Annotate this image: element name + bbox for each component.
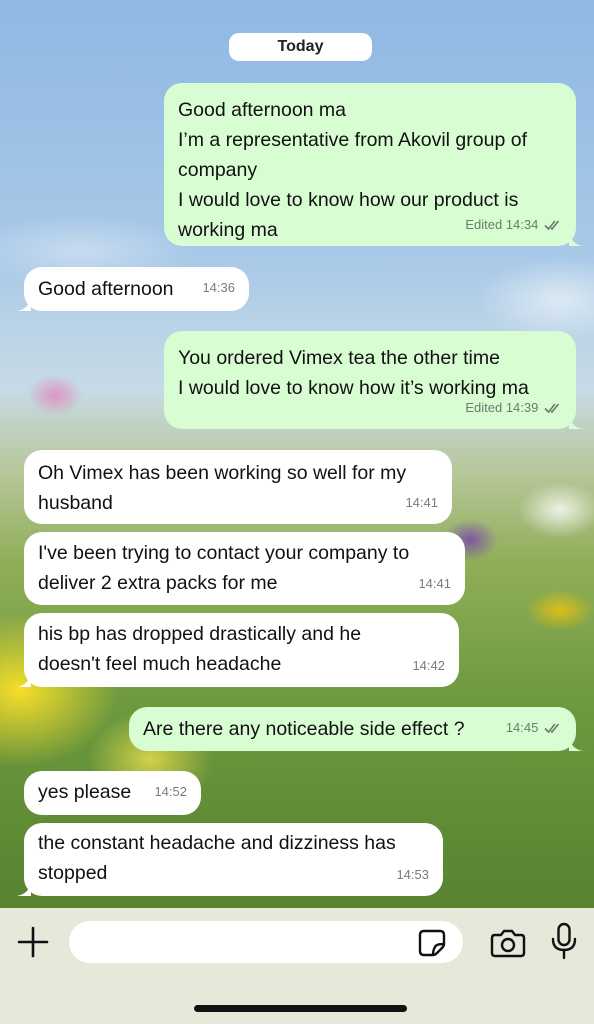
message-time: 14:36: [202, 280, 235, 295]
message-time: 14:53: [396, 867, 429, 882]
incoming-message[interactable]: I've been trying to contact your company…: [24, 532, 465, 605]
bubble-tail: [569, 232, 583, 246]
bubble-tail: [569, 737, 583, 751]
incoming-message[interactable]: Good afternoon 14:36: [17, 267, 249, 311]
message-time: 14:42: [412, 658, 445, 673]
edited-label: Edited: [465, 400, 503, 415]
double-check-icon: [544, 403, 560, 414]
message-line: his bp has dropped drastically and he: [38, 623, 362, 645]
message-line: Oh Vimex has been working so well for my: [38, 462, 407, 484]
message-line: I’m a representative from Akovil group o…: [178, 129, 527, 151]
message-meta: 14:45: [506, 713, 562, 743]
outgoing-message[interactable]: You ordered Vimex tea the other time I w…: [164, 331, 583, 429]
microphone-icon[interactable]: [550, 922, 578, 960]
sticker-icon[interactable]: [418, 929, 446, 957]
message-time: 14:52: [154, 784, 187, 799]
plus-icon[interactable]: [16, 925, 50, 959]
home-indicator: [194, 1005, 407, 1012]
camera-icon[interactable]: [490, 928, 526, 958]
message-meta: Edited 14:34: [465, 210, 562, 240]
date-separator: Today: [229, 33, 372, 61]
message-time: 14:39: [505, 400, 539, 415]
incoming-message[interactable]: yes please 14:52: [24, 771, 201, 815]
message-line: I've been trying to contact your company…: [38, 542, 410, 564]
message-time: 14:45: [505, 720, 539, 735]
bubble-tail: [17, 673, 31, 687]
incoming-message[interactable]: the constant headache and dizziness has …: [17, 823, 443, 896]
message-time: 14:34: [505, 217, 539, 232]
double-check-icon: [544, 220, 560, 231]
message-line: deliver 2 extra packs for me: [38, 572, 278, 594]
message-line: company: [178, 159, 258, 181]
incoming-message[interactable]: his bp has dropped drastically and he do…: [17, 613, 459, 687]
message-line: Good afternoon ma: [178, 99, 347, 121]
message-line: Are there any noticeable side effect ?: [143, 718, 465, 740]
outgoing-message[interactable]: Good afternoon ma I’m a representative f…: [164, 83, 583, 246]
message-line: You ordered Vimex tea the other time: [178, 347, 500, 369]
double-check-icon: [544, 723, 560, 734]
incoming-message[interactable]: Oh Vimex has been working so well for my…: [24, 450, 452, 524]
outgoing-message[interactable]: Are there any noticeable side effect ? 1…: [129, 707, 583, 751]
bubble-tail: [17, 882, 31, 896]
message-time: 14:41: [405, 495, 438, 510]
message-time: 14:41: [418, 576, 451, 591]
message-line: husband: [38, 492, 113, 514]
message-line: stopped: [38, 862, 108, 884]
message-input[interactable]: [69, 921, 463, 963]
message-line: doesn't feel much headache: [38, 653, 282, 675]
message-meta: Edited 14:39: [465, 393, 562, 423]
bubble-tail: [17, 297, 31, 311]
bubble-tail: [569, 415, 583, 429]
message-line: the constant headache and dizziness has: [38, 832, 396, 854]
edited-label: Edited: [465, 217, 503, 232]
